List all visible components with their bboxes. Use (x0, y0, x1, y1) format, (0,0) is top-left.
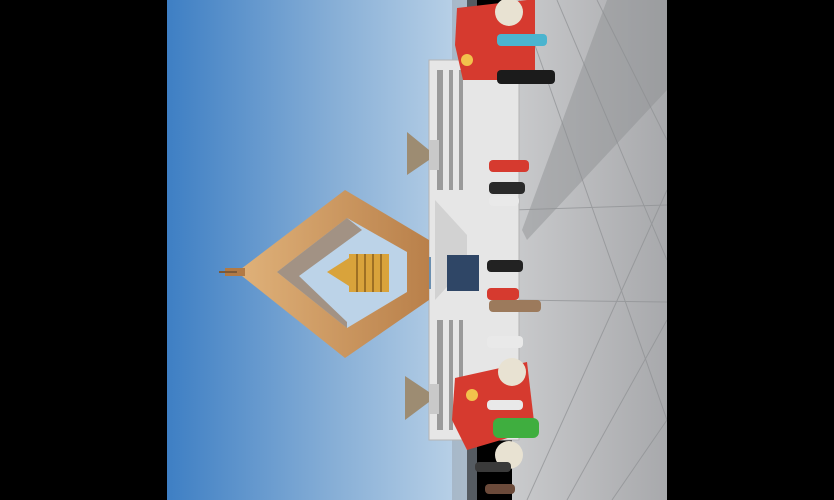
letterbox-right (667, 0, 834, 500)
temple-photo (167, 0, 667, 500)
photo (167, 0, 667, 500)
letterbox-left (0, 0, 167, 500)
photo-viewer (0, 0, 834, 500)
